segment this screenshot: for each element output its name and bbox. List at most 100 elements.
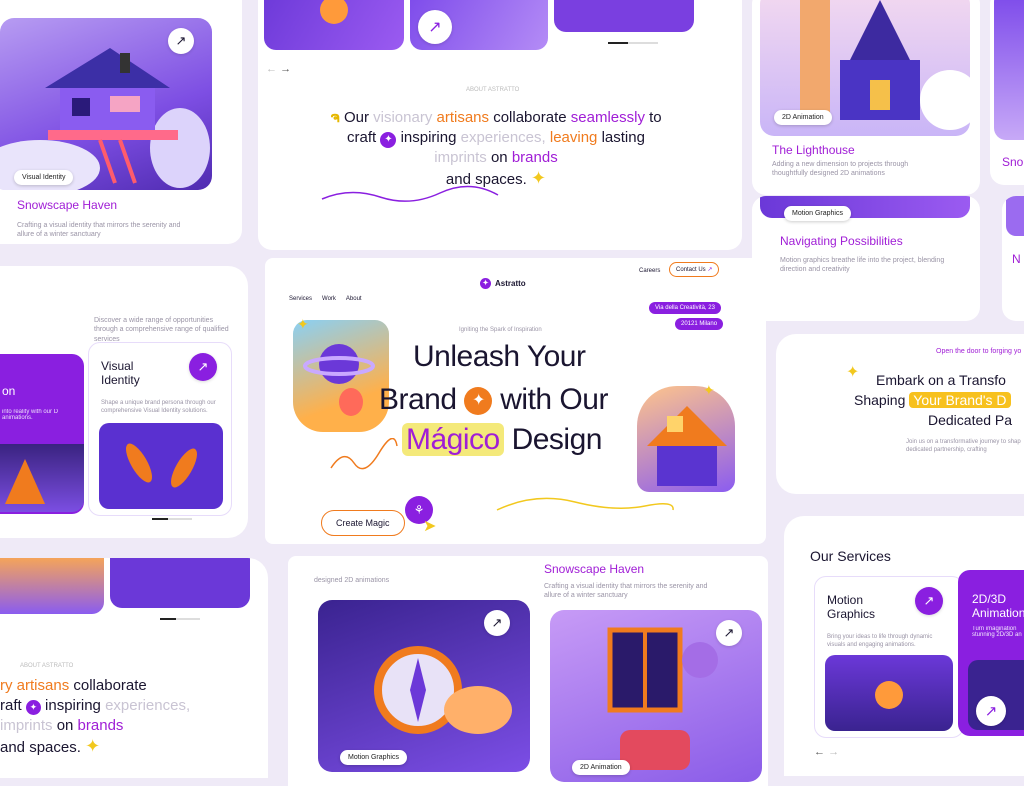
card-description: Crafting a visual identity that mirrors …	[17, 222, 181, 239]
nav-services[interactable]: Services	[289, 296, 312, 302]
card-description: Adding a new dimension to projects throu…	[772, 161, 909, 178]
sparkle-badge-icon: ✦	[25, 700, 41, 715]
card-about: ↗ ← → ABOUT ASTRATTO ຈ Our visionary art…	[258, 0, 742, 250]
prev-arrow-icon[interactable]: ←	[266, 63, 277, 75]
card-services-left: Discover a wide range of opportunities t…	[0, 266, 248, 538]
card-navigating[interactable]: Motion Graphics Navigating Possibilities…	[752, 196, 980, 321]
tag-visual-identity: Visual Identity	[14, 170, 74, 185]
squiggle-decoration	[321, 185, 499, 202]
open-project-button[interactable]: ↗	[168, 28, 194, 54]
card-title: Snowscape Haven	[17, 198, 118, 212]
navigating-image: Motion Graphics	[760, 196, 970, 221]
card-partial-right-top[interactable]: Sno	[990, 0, 1024, 185]
service-card-motion[interactable]: Motion Graphics ↗ Bring your ideas to li…	[814, 576, 964, 738]
partial-image	[1006, 196, 1024, 236]
arrow-up-right-icon: ↗	[491, 615, 503, 630]
sparkle-icon: ✦	[297, 316, 309, 332]
carousel-indicator	[608, 42, 658, 44]
card-about-bottom: ABOUT ASTRATTO ry artisans collaborate r…	[0, 558, 268, 778]
service-card-animation[interactable]: 2D/3D Animation Turn imagination stunnin…	[958, 570, 1024, 736]
open-service-button[interactable]: ↗	[976, 696, 1006, 726]
embark-line-3: Dedicated Pa	[928, 412, 1013, 428]
carousel-nav[interactable]: ← →	[814, 746, 839, 758]
card-partial-right-mid[interactable]: N	[1002, 196, 1024, 321]
hero-headline-2: Brand ✦ with Our	[379, 383, 608, 416]
service-image	[0, 444, 84, 512]
squiggle-decoration	[330, 438, 398, 470]
service-title: Visual Identity	[101, 359, 140, 387]
brand-logo[interactable]: ✦ Astratto	[480, 278, 526, 289]
card-snowscape-bottom: designed 2D animations Snowscape Haven C…	[288, 556, 768, 786]
nav-about[interactable]: About	[346, 296, 362, 302]
open-project-button[interactable]: ↗	[418, 10, 452, 44]
image-strip	[0, 558, 104, 614]
embark-line-1: Embark on a Transfo	[876, 372, 1006, 388]
section-title: Our Services	[810, 548, 891, 564]
about-statement: ຈ Our visionary artisans collaborate sea…	[330, 109, 662, 188]
open-service-button[interactable]: ↗	[189, 353, 217, 381]
contact-us-button[interactable]: Contact Us ↗	[669, 262, 720, 277]
nav-menu: Services Work About	[289, 296, 362, 302]
star-icon: ✦	[530, 168, 547, 188]
card-description: Crafting a visual identity that mirrors …	[544, 583, 708, 600]
open-service-button[interactable]: ↗	[915, 587, 943, 615]
open-project-button[interactable]: ↗	[484, 610, 510, 636]
nav-work[interactable]: Work	[322, 296, 336, 302]
carousel-indicator	[152, 518, 192, 520]
carousel-indicator	[160, 618, 200, 620]
card-snowscape-top[interactable]: Visual Identity ↗ Snowscape Haven Crafti…	[0, 0, 242, 244]
next-arrow-icon[interactable]: →	[280, 63, 291, 75]
star-badge-icon: ✦	[464, 387, 493, 416]
brand-name: Astratto	[495, 279, 526, 288]
astratto-logo-icon: ✦	[480, 278, 491, 289]
nav-careers[interactable]: Careers	[639, 268, 660, 274]
card-embark: Open the door to forging yo ✦ Embark on …	[776, 334, 1024, 494]
sparkle-badge-icon: ✦	[380, 132, 397, 148]
address-line-1: Via della Creatività, 23	[649, 302, 721, 314]
card-title: The Lighthouse	[772, 143, 855, 157]
lighthouse-illustration: 2D Animation	[760, 0, 980, 136]
section-label: ABOUT ASTRATTO	[466, 87, 520, 93]
prev-card-tail: designed 2D animations	[314, 577, 390, 584]
service-title: on	[2, 384, 16, 398]
arrow-up-right-icon: ↗	[175, 33, 187, 48]
carousel-nav[interactable]: ← →	[266, 63, 291, 75]
planet-illustration	[293, 320, 389, 432]
open-project-button[interactable]: ↗	[716, 620, 742, 646]
image-strip	[264, 0, 404, 50]
card-title: Navigating Possibilities	[780, 234, 903, 248]
address-line-2: 20121 Milano	[675, 318, 724, 330]
next-arrow-icon[interactable]: →	[828, 746, 839, 758]
service-card-visual-identity[interactable]: Visual Identity ↗ Shape a unique brand p…	[88, 342, 232, 516]
create-magic-button[interactable]: Create Magic	[321, 510, 405, 536]
tag-2d-animation: 2D Animation	[774, 110, 832, 125]
services-intro: Discover a wide range of opportunities t…	[94, 317, 229, 343]
service-image	[825, 655, 953, 731]
cursor-pointer-icon: ➤	[423, 518, 437, 535]
service-desc: Shape a unique brand persona through our…	[101, 400, 216, 415]
card-title: Snowscape Haven	[544, 562, 645, 576]
sparkle-icon: ✦	[703, 382, 715, 398]
arrow-up-right-icon: ↗	[984, 703, 998, 720]
compass-card[interactable]: ↗ Motion Graphics	[318, 600, 530, 772]
service-card-2d3d[interactable]: on into reality with our D animations.	[0, 354, 84, 514]
window-card[interactable]: ↗ 2D Animation	[550, 610, 762, 782]
hero-tagline: Igniting the Spark of Inspiration	[459, 327, 542, 333]
image-strip-3	[554, 0, 694, 32]
service-desc: Bring your ideas to life through dynamic…	[827, 634, 933, 649]
card-description: Motion graphics breathe life into the pr…	[780, 257, 945, 274]
tag-motion-graphics: Motion Graphics	[784, 206, 851, 221]
prev-arrow-icon[interactable]: ←	[814, 746, 825, 758]
house-illustration	[637, 386, 735, 492]
arrow-up-right-icon: ↗	[197, 359, 209, 374]
partial-image	[994, 0, 1024, 140]
card-our-services: Our Services Motion Graphics ↗ Bring you…	[784, 516, 1024, 776]
hero-headline-1: Unleash Your	[413, 340, 586, 373]
image-strip-2: ↗	[410, 0, 548, 50]
embark-kicker: Open the door to forging yo	[936, 348, 1022, 355]
about-statement: ry artisans collaborate raft ✦ inspiring…	[0, 677, 191, 756]
arrow-up-right-icon: ↗	[428, 19, 442, 36]
hero-headline-3: Mágico Design	[402, 423, 602, 457]
embark-description: Join us on a transformative journey to s…	[906, 439, 1021, 454]
card-lighthouse[interactable]: 2D Animation The Lighthouse Adding a new…	[752, 0, 980, 195]
